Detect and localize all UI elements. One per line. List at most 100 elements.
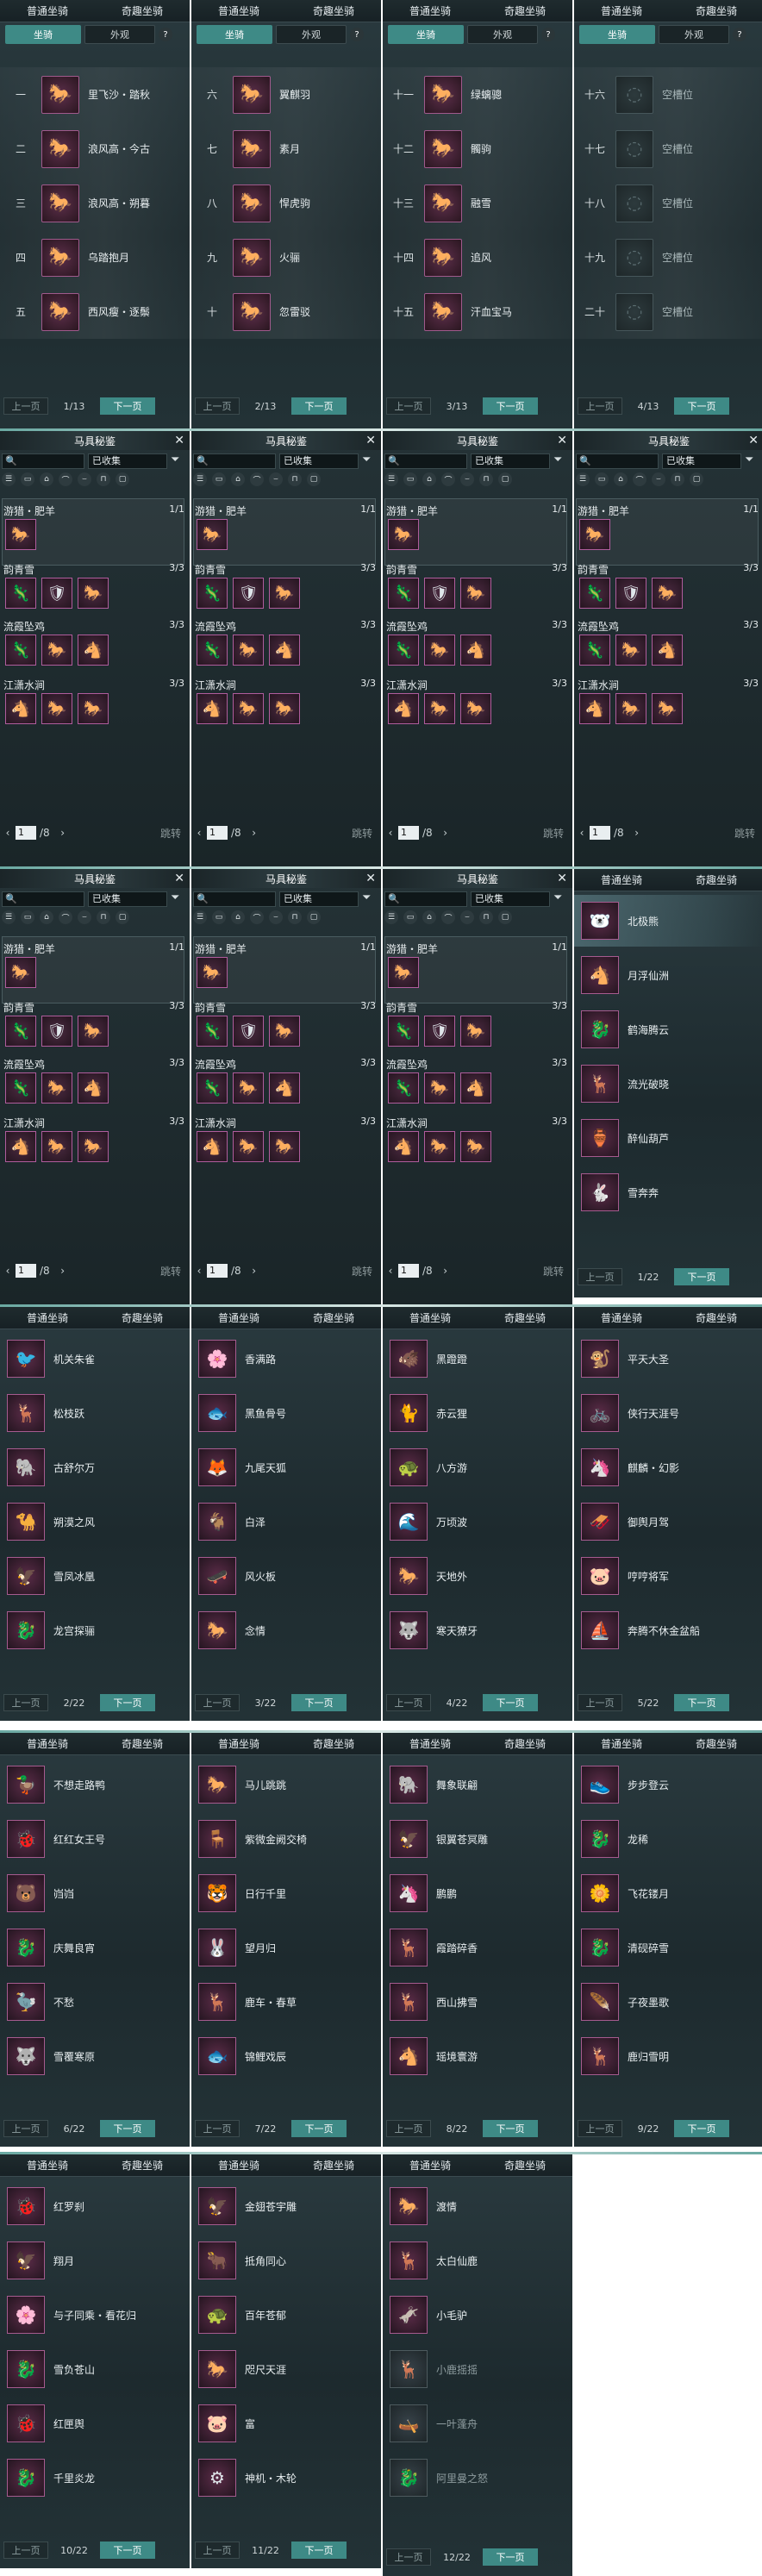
page-input[interactable]: 1	[398, 1264, 419, 1278]
gear-set-header[interactable]: 江潇水涧 3/3	[3, 1116, 184, 1130]
tab-normal-mount[interactable]: 普通坐骑	[408, 1736, 453, 1751]
fun-mount-item[interactable]: 🐞 红罗刹	[0, 2180, 190, 2232]
next-arrow-icon[interactable]: ›	[438, 827, 453, 839]
next-page-button[interactable]: 下一页	[674, 1268, 729, 1285]
fun-mount-item[interactable]: 🐯 日行千里	[191, 1867, 381, 1919]
fun-mount-item[interactable]: 🛶 一叶蓬舟	[383, 2398, 572, 2449]
fun-mount-item[interactable]: 🐞 红匣舆	[0, 2398, 190, 2449]
category-icon[interactable]: ⊓	[671, 472, 684, 486]
gear-piece-icon[interactable]: 🐎	[460, 1131, 491, 1162]
next-page-button[interactable]: 下一页	[291, 2542, 347, 2559]
tab-normal-mount[interactable]: 普通坐骑	[216, 1736, 261, 1751]
next-page-button[interactable]: 下一页	[100, 2542, 155, 2559]
tab-appearance[interactable]: 外观	[84, 25, 155, 44]
category-icon[interactable]: ⌒	[633, 472, 646, 486]
fun-mount-item[interactable]: 🐈 赤云狸	[383, 1387, 572, 1439]
gear-piece-icon[interactable]: 🐎	[652, 693, 683, 724]
collected-filter-select[interactable]: 已收集	[471, 891, 550, 907]
prev-page-button[interactable]: 上一页	[578, 1268, 622, 1285]
prev-page-button[interactable]: 上一页	[578, 1694, 622, 1711]
gear-piece-icon[interactable]: 🐎	[424, 635, 455, 666]
gear-piece-icon[interactable]: 🦎	[5, 1016, 36, 1047]
tab-fun-mount[interactable]: 奇趣坐骑	[503, 1736, 547, 1751]
next-arrow-icon[interactable]: ›	[55, 1265, 71, 1277]
fun-mount-item[interactable]: 🐉 阿里曼之怒	[383, 2452, 572, 2504]
fun-mount-item[interactable]: 🐰 望月归	[191, 1922, 381, 1973]
gear-set-header[interactable]: 韵青雪 3/3	[386, 1000, 567, 1015]
gear-piece-icon[interactable]: 🐎	[424, 1131, 455, 1162]
category-icon[interactable]: ⌣	[78, 472, 91, 486]
tab-normal-mount[interactable]: 普通坐骑	[216, 3, 261, 18]
close-icon[interactable]: ✕	[365, 872, 376, 885]
fun-mount-item[interactable]: 🐒 平天大圣	[574, 1333, 762, 1385]
gear-piece-icon[interactable]: 🐎	[78, 1131, 109, 1162]
gear-piece-icon[interactable]: 🐎	[5, 957, 36, 988]
gear-piece-icon[interactable]: 🐎	[78, 578, 109, 609]
filter-icon[interactable]: ⏷	[745, 453, 753, 466]
jump-button[interactable]: 跳转	[734, 826, 755, 841]
category-icon[interactable]: ⌣	[460, 472, 474, 486]
fun-mount-item[interactable]: 🐢 八方游	[383, 1441, 572, 1493]
tab-normal-mount[interactable]: 普通坐骑	[599, 1736, 644, 1751]
category-icon[interactable]: ⌒	[59, 910, 72, 924]
gear-set-header[interactable]: 韵青雪 3/3	[195, 1000, 376, 1015]
mount-slot[interactable]: 八 🐎 悍虎驹	[191, 176, 381, 230]
next-page-button[interactable]: 下一页	[483, 397, 538, 415]
gear-piece-icon[interactable]: 🛡	[41, 1016, 72, 1047]
mount-slot[interactable]: 二十 ◌ 空槽位	[574, 284, 762, 339]
gear-set-header[interactable]: 韵青雪 3/3	[195, 562, 376, 577]
gear-piece-icon[interactable]: 🐎	[41, 1131, 72, 1162]
next-page-button[interactable]: 下一页	[100, 397, 155, 415]
category-icon[interactable]: ▭	[595, 472, 609, 486]
fun-mount-item[interactable]: 🦄 麒麟・幻影	[574, 1441, 762, 1493]
tab-normal-mount[interactable]: 普通坐骑	[599, 1310, 644, 1325]
gear-piece-icon[interactable]: 🐎	[41, 693, 72, 724]
fun-mount-item[interactable]: 🦤 不愁	[0, 1976, 190, 2028]
fun-mount-item[interactable]: 🦌 太白仙鹿	[383, 2235, 572, 2286]
fun-mount-item[interactable]: 🐻‍❄️ 北极熊	[574, 895, 762, 947]
category-icon[interactable]: ⌂	[231, 472, 245, 486]
close-icon[interactable]: ✕	[748, 434, 759, 447]
fun-mount-item[interactable]: 🐢 百年苍郁	[191, 2289, 381, 2341]
fun-mount-item[interactable]: 🐉 鹤海腾云	[574, 1004, 762, 1055]
category-icon[interactable]: ⌂	[40, 910, 53, 924]
page-input[interactable]: 1	[16, 826, 36, 840]
next-arrow-icon[interactable]: ›	[55, 827, 71, 839]
gear-set-header[interactable]: 江潇水涧 3/3	[3, 678, 184, 692]
mount-slot[interactable]: 九 🐎 火骊	[191, 230, 381, 284]
tab-normal-mount[interactable]: 普通坐骑	[25, 1736, 70, 1751]
fun-mount-item[interactable]: 🐟 黑鱼骨号	[191, 1387, 381, 1439]
fun-mount-item[interactable]: 🏺 醉仙葫芦	[574, 1112, 762, 1164]
next-page-button[interactable]: 下一页	[291, 2120, 347, 2137]
prev-page-button[interactable]: 上一页	[3, 397, 48, 415]
tab-fun-mount[interactable]: 奇趣坐骑	[694, 1310, 739, 1325]
mount-slot[interactable]: 一 🐎 里飞沙・踏秋	[0, 67, 190, 122]
page-input[interactable]: 1	[16, 1264, 36, 1278]
gear-set-header[interactable]: 流霞坠鸡 3/3	[3, 619, 184, 634]
collected-filter-select[interactable]: 已收集	[88, 891, 167, 907]
category-icon[interactable]: ☰	[2, 910, 16, 924]
tab-fun-mount[interactable]: 奇趣坐骑	[120, 1310, 165, 1325]
search-input[interactable]: 🔍	[384, 453, 467, 469]
collected-filter-select[interactable]: 已收集	[279, 891, 359, 907]
gear-set-header[interactable]: 游猎・肥羊 1/1	[195, 503, 376, 518]
next-arrow-icon[interactable]: ›	[438, 1265, 453, 1277]
prev-page-button[interactable]: 上一页	[3, 1694, 48, 1711]
tab-fun-mount[interactable]: 奇趣坐骑	[694, 1736, 739, 1751]
filter-icon[interactable]: ⏷	[171, 453, 179, 466]
tab-appearance[interactable]: 外观	[467, 25, 538, 44]
next-page-button[interactable]: 下一页	[674, 397, 729, 415]
help-icon[interactable]: ?	[350, 28, 364, 41]
gear-set-header[interactable]: 游猎・肥羊 1/1	[195, 941, 376, 956]
tab-normal-mount[interactable]: 普通坐骑	[25, 1310, 70, 1325]
tab-fun-mount[interactable]: 奇趣坐骑	[694, 872, 739, 887]
prev-page-button[interactable]: 上一页	[386, 2548, 431, 2566]
category-icon[interactable]: ☰	[2, 472, 16, 486]
gear-set-header[interactable]: 江潇水涧 3/3	[578, 678, 759, 692]
category-icon[interactable]: ⌂	[614, 472, 628, 486]
fun-mount-item[interactable]: 🦌 霞踏碎香	[383, 1922, 572, 1973]
gear-piece-icon[interactable]: 🦎	[579, 635, 610, 666]
filter-icon[interactable]: ⏷	[171, 891, 179, 904]
gear-piece-icon[interactable]: 🦎	[5, 1072, 36, 1104]
fun-mount-item[interactable]: 🐷 富	[191, 2398, 381, 2449]
